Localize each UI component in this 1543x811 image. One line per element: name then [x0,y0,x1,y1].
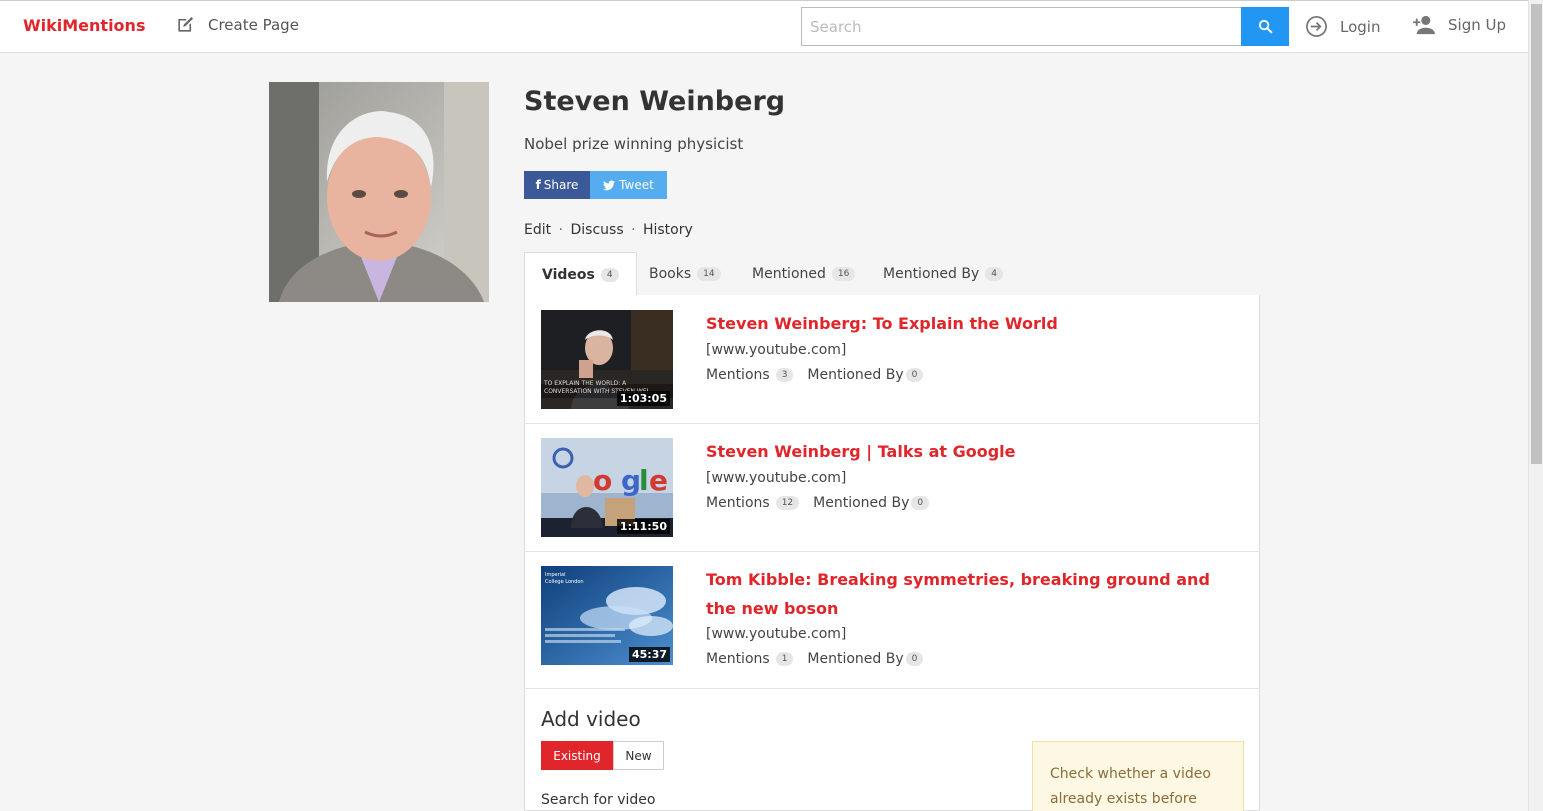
video-thumbnail[interactable]: TO EXPLAIN THE WORLD: A CONVERSATION WIT… [541,310,673,409]
video-duration: 1:03:05 [616,391,670,406]
twitter-icon [603,180,616,190]
edit-link[interactable]: Edit [524,222,551,238]
discuss-link[interactable]: Discuss [570,222,623,238]
separator: · [558,222,564,238]
count-badge: 4 [985,267,1003,281]
tab-label: Videos [542,266,595,283]
login-icon [1306,16,1327,37]
scrollbar-thumb[interactable] [1531,4,1542,464]
count-badge: 4 [600,267,619,282]
count-badge: 16 [831,267,856,281]
page-actions: Edit · Discuss · History [524,222,693,238]
tab-videos[interactable]: Videos 4 [524,252,637,297]
mentioned-by-count: 0 [911,496,930,510]
existing-toggle-button[interactable]: Existing [541,741,613,770]
share-label: Share [543,178,579,192]
page-scrollbar[interactable] [1528,0,1543,811]
mentioned-by-label[interactable]: Mentioned By [807,367,903,383]
search-input[interactable] [802,8,1241,45]
tweet-label: Tweet [619,178,654,192]
page-description: Nobel prize winning physicist [524,135,744,153]
new-toggle-button[interactable]: New [613,741,664,770]
video-title-link[interactable]: Steven Weinberg | Talks at Google [706,437,1226,466]
video-source: [www.youtube.com] [706,626,847,642]
svg-text:e: e [649,464,668,497]
svg-text:l: l [639,464,649,497]
edit-icon [178,16,194,32]
mentioned-by-count: 0 [905,652,924,666]
video-item: TO EXPLAIN THE WORLD: A CONVERSATION WIT… [525,295,1259,424]
social-share-buttons: f Share Tweet [524,171,667,199]
mentions-label[interactable]: Mentions [706,495,770,511]
login-label: Login [1340,17,1381,36]
video-item: g l e o 1:11:50 Steven Weinberg | Talks … [525,424,1259,552]
mentions-label[interactable]: Mentions [706,651,770,667]
video-item: Imperial College London 45:37 Tom Kibble… [525,552,1259,689]
video-thumbnail[interactable]: g l e o 1:11:50 [541,438,673,537]
signup-label: Sign Up [1448,16,1506,34]
facebook-share-button[interactable]: f Share [524,171,590,199]
search-button[interactable] [1241,7,1289,46]
tab-mentioned[interactable]: Mentioned 16 [752,252,856,296]
video-title-link[interactable]: Tom Kibble: Breaking symmetries, breakin… [706,565,1226,623]
video-title-link[interactable]: Steven Weinberg: To Explain the World [706,309,1226,338]
separator: · [631,222,636,238]
add-user-icon [1413,15,1435,35]
tab-books[interactable]: Books 14 [649,252,721,296]
login-link[interactable]: Login [1305,15,1380,38]
tab-label: Mentioned By [883,266,980,282]
video-source: [www.youtube.com] [706,342,847,358]
tab-mentioned-by[interactable]: Mentioned By 4 [883,252,1003,296]
create-page-label: Create Page [208,15,299,34]
video-source: [www.youtube.com] [706,470,847,486]
add-video-heading: Add video [541,707,641,731]
mentioned-by-count: 0 [905,368,924,382]
mentions-count: 1 [775,652,794,666]
tab-label: Books [649,266,692,282]
mentions-count: 12 [775,496,800,510]
search-icon [1258,19,1273,34]
tweet-button[interactable]: Tweet [590,171,667,199]
video-stats: Mentions 12 Mentioned By 0 [706,495,930,511]
add-video-hint: Check whether a video already exists bef… [1032,741,1244,811]
videos-panel: TO EXPLAIN THE WORLD: A CONVERSATION WIT… [524,295,1260,811]
svg-text:o: o [593,464,612,497]
search-field[interactable] [801,7,1242,46]
video-thumbnail[interactable]: Imperial College London 45:37 [541,566,673,665]
tab-label: Mentioned [752,266,826,282]
mentions-count: 3 [775,368,794,382]
mentions-label[interactable]: Mentions [706,367,770,383]
signup-link[interactable]: Sign Up [1412,15,1506,35]
thumbnail-caption: Imperial College London [545,572,584,585]
search-video-label: Search for video [541,792,656,808]
top-navbar: WikiMentions Create Page Login Sign Up [0,0,1528,53]
profile-photo [269,82,489,302]
mentioned-by-label[interactable]: Mentioned By [813,495,909,511]
count-badge: 14 [697,267,721,281]
create-page-link[interactable]: Create Page [176,15,299,34]
add-video-mode-toggle: Existing New [541,741,664,770]
video-stats: Mentions 1 Mentioned By 0 [706,651,924,667]
video-duration: 1:11:50 [616,519,670,534]
mentioned-by-label[interactable]: Mentioned By [807,651,903,667]
content-tabs: Videos 4 Books 14 Mentioned 16 Mentioned… [524,252,1260,297]
video-stats: Mentions 3 Mentioned By 0 [706,367,924,383]
page-title: Steven Weinberg [524,86,786,117]
video-duration: 45:37 [628,647,670,662]
facebook-icon: f [535,178,541,192]
history-link[interactable]: History [643,222,693,238]
brand-logo[interactable]: WikiMentions [23,16,145,35]
